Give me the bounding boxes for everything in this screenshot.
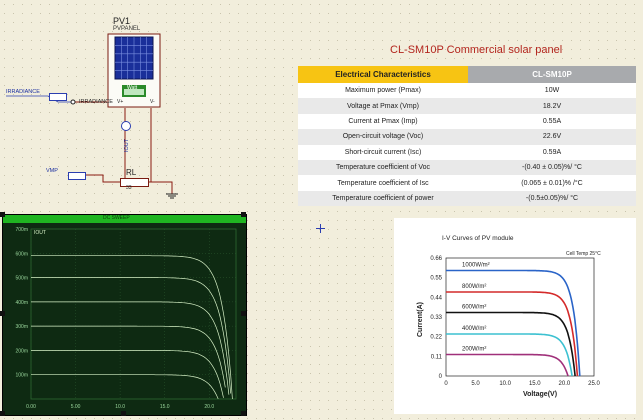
- graph-resize-handle[interactable]: [241, 212, 246, 217]
- iv-x-tick-label: 20.0: [559, 381, 571, 387]
- table-row: Short-circuit current (Isc) 0.59A: [298, 144, 636, 160]
- y-tick-label: 200m: [15, 348, 28, 354]
- table-row: Temperature coefficient of power -(0.5±0.…: [298, 190, 636, 207]
- spec-label: Voltage at Pmax (Vmp): [298, 98, 468, 114]
- iv-series-label: 400W/m²: [462, 326, 486, 332]
- spec-table-title: CL-SM10P Commercial solar panel: [390, 44, 563, 56]
- iv-x-tick-label: 25.0: [588, 381, 600, 387]
- table-row: Voltage at Pmax (Vmp) 18.2V: [298, 98, 636, 114]
- spec-label: Temperature coefficient of Voc: [298, 159, 468, 176]
- spec-label: Short-circuit current (Isc): [298, 144, 468, 160]
- cell-temp-label: Cell Temp 25°C: [566, 251, 601, 257]
- iout-probe-label: IOUT: [124, 138, 130, 152]
- dc-sweep-graph-window[interactable]: DC SWEEP 700m 600m 500m 400m 300m 200m 100m 0.0…: [2, 214, 247, 416]
- spec-value: -(0.40 ± 0.05)%/ °C: [468, 159, 636, 176]
- y-tick-label: 500m: [15, 276, 28, 282]
- iv-series-label: 600W/m²: [462, 305, 486, 311]
- table-row: Current at Pmax (Imp) 0.55A: [298, 113, 636, 130]
- electrical-characteristics-table: Electrical Characteristics CL-SM10P Maxi…: [298, 66, 636, 207]
- plot-frame: [30, 228, 237, 400]
- iv-y-tick-label: 0.22: [430, 335, 442, 341]
- irradiance-pin-label: IRRADIANCE: [79, 99, 113, 105]
- spec-label: Open-circuit voltage (Voc): [298, 129, 468, 145]
- x-tick-label: 15.0: [160, 404, 170, 410]
- x-tick-label: 5.00: [71, 404, 81, 410]
- iv-plot-frame: [445, 257, 595, 377]
- iv-x-tick-label: 10.0: [499, 381, 511, 387]
- iv-x-tick-label: 5.0: [471, 381, 480, 387]
- iv-curves-card: I-V Curves of PV module Cell Temp 25°C 0.6…: [394, 218, 636, 414]
- table-row: Temperature coefficient of Isc (0.065 ± 0…: [298, 175, 636, 191]
- irradiance-terminal-arrow-icon: [49, 93, 67, 101]
- spec-label: Temperature coefficient of Isc: [298, 175, 468, 191]
- iv-y-tick-label: 0.33: [430, 315, 442, 321]
- iv-x-tick-label: 0: [444, 381, 448, 387]
- iv-y-tick-label: 0: [439, 374, 443, 380]
- graph-title: DC SWEEP: [103, 215, 130, 221]
- graph-titlebar[interactable]: DC SWEEP: [3, 215, 246, 223]
- spec-value: 18.2V: [468, 98, 636, 114]
- spec-header-right: CL-SM10P: [468, 66, 636, 83]
- iv-curves-plot: I-V Curves of PV module Cell Temp 25°C 0.6…: [417, 235, 601, 398]
- iv-series-label: 200W/m²: [462, 347, 486, 353]
- spec-value: (0.065 ± 0.01)% /°C: [468, 175, 636, 191]
- spec-value: 0.59A: [468, 144, 636, 160]
- y-tick-label: 100m: [15, 373, 28, 379]
- iv-series-label: 800W/m²: [462, 284, 486, 290]
- spec-label: Current at Pmax (Imp): [298, 113, 468, 130]
- crosshair-cursor-icon: [316, 220, 325, 233]
- spec-value: 10W: [468, 83, 636, 99]
- table-row: Maximum power (Pmax) 10W: [298, 83, 636, 99]
- iv-title: I-V Curves of PV module: [442, 235, 514, 242]
- spec-value: 22.6V: [468, 129, 636, 145]
- y-tick-label: 300m: [15, 324, 28, 330]
- iv-y-tick-label: 0.55: [430, 276, 442, 282]
- resistor-rl[interactable]: [120, 178, 149, 187]
- x-tick-label: 0.00: [26, 404, 36, 410]
- x-tick-label: 20.0: [204, 404, 214, 410]
- current-probe-icon[interactable]: [121, 121, 131, 131]
- iv-y-tick-label: 0.66: [430, 256, 442, 262]
- iv-x-tick-label: 15.0: [529, 381, 541, 387]
- vmp-terminal-arrow-icon: [68, 172, 86, 180]
- spec-value: -(0.5±0.05)%/ °C: [468, 190, 636, 207]
- trace-label: IOUT: [34, 230, 46, 236]
- graph-resize-handle[interactable]: [121, 411, 126, 416]
- table-row: Temperature coefficient of Voc -(0.40 ± 0…: [298, 159, 636, 176]
- spec-label: Maximum power (Pmax): [298, 83, 468, 99]
- iv-y-tick-label: 0.44: [430, 295, 442, 301]
- y-tick-label: 600m: [15, 251, 28, 257]
- dc-sweep-plot: 700m 600m 500m 400m 300m 200m 100m 0.00 5.00 10.0…: [15, 227, 237, 410]
- spec-header-left: Electrical Characteristics: [298, 66, 468, 83]
- iv-series-label: 1000W/m²: [462, 263, 490, 269]
- graph-resize-handle[interactable]: [241, 411, 246, 416]
- graph-resize-handle[interactable]: [0, 212, 5, 217]
- x-tick-label: 10.0: [115, 404, 125, 410]
- iv-y-tick-label: 0.11: [431, 354, 443, 360]
- y-tick-label: 400m: [15, 300, 28, 306]
- irradiance-terminal[interactable]: IRRADIANCE: [6, 89, 40, 95]
- iv-xlabel: Voltage(V): [523, 391, 557, 398]
- resistor-value-label: 33: [126, 185, 132, 191]
- graph-resize-handle[interactable]: [0, 311, 5, 316]
- spec-value: 0.55A: [468, 113, 636, 130]
- table-row: Open-circuit voltage (Voc) 22.6V: [298, 129, 636, 145]
- iv-ylabel: Current(A): [417, 302, 424, 337]
- schematic-wires: [6, 95, 178, 199]
- graph-resize-handle[interactable]: [241, 311, 246, 316]
- resistor-ref-label: RL: [126, 168, 137, 177]
- y-tick-label: 700m: [15, 227, 28, 233]
- vmp-terminal[interactable]: VMP: [46, 168, 58, 174]
- spec-label: Temperature coefficient of power: [298, 190, 468, 207]
- graph-resize-handle[interactable]: [0, 411, 5, 416]
